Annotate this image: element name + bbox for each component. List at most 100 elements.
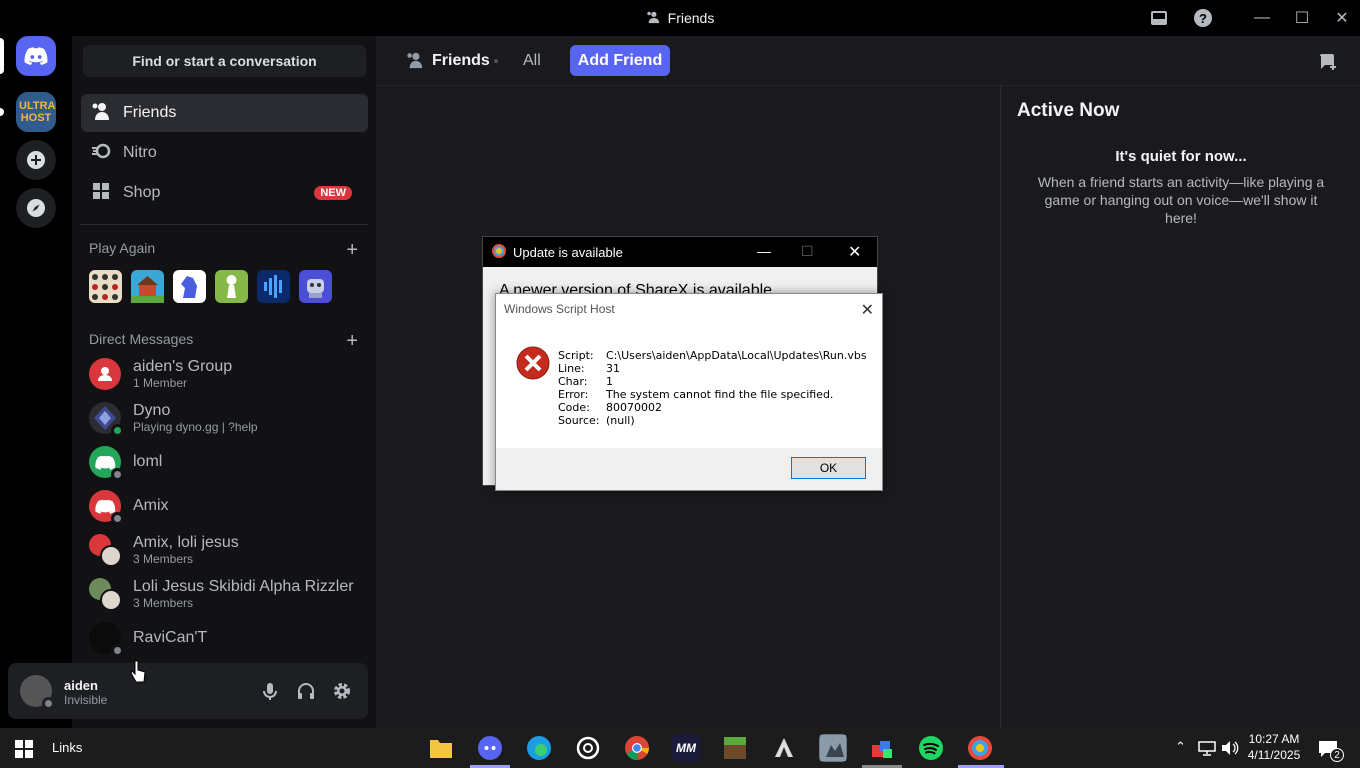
dialog-titlebar: Windows Script Host ✕ bbox=[504, 300, 874, 320]
chrome-icon[interactable] bbox=[623, 734, 651, 762]
minimize-button[interactable]: — bbox=[1242, 0, 1282, 36]
default-avatar bbox=[89, 490, 124, 525]
offline-status-icon bbox=[111, 512, 124, 525]
windows-taskbar: Links MM ⌃ 10:27 AM 4/11/2025 2 bbox=[0, 728, 1360, 768]
shop-icon bbox=[91, 181, 111, 206]
username: aiden bbox=[64, 678, 98, 693]
nav-nitro[interactable]: Nitro bbox=[81, 134, 368, 172]
default-avatar bbox=[89, 446, 124, 481]
clock[interactable]: 10:27 AM 4/11/2025 bbox=[1246, 731, 1302, 763]
selected-indicator bbox=[0, 38, 4, 74]
roblox-studio-icon[interactable] bbox=[868, 734, 896, 762]
play-again-add-icon[interactable]: + bbox=[346, 240, 358, 260]
help-icon[interactable]: ? bbox=[1191, 6, 1215, 30]
group-avatar bbox=[89, 358, 121, 390]
close-button[interactable]: ✕ bbox=[861, 300, 874, 320]
nav-shop[interactable]: Shop NEW bbox=[81, 174, 368, 212]
game-icon-soundwave[interactable] bbox=[257, 270, 290, 303]
user-avatar bbox=[89, 622, 124, 657]
dm-item[interactable]: loml bbox=[81, 441, 368, 483]
group-avatar bbox=[89, 534, 122, 567]
nav-friends[interactable]: Friends bbox=[81, 94, 368, 132]
chatgpt-icon[interactable] bbox=[574, 734, 602, 762]
dialog-titlebar: Update is available — ☐ ✕ bbox=[483, 237, 877, 267]
game-icon-chess-pawn[interactable] bbox=[215, 270, 248, 303]
notification-count-badge: 2 bbox=[1330, 748, 1344, 762]
maximize-button[interactable]: ☐ bbox=[801, 243, 814, 260]
dm-item[interactable]: RaviCan'T bbox=[81, 617, 368, 659]
quiet-description: When a friend starts an activity—like pl… bbox=[1037, 174, 1325, 226]
inbox-icon[interactable] bbox=[1147, 6, 1171, 30]
group-avatar bbox=[89, 578, 122, 611]
chevron-up-icon[interactable]: ⌃ bbox=[1175, 739, 1186, 755]
nitro-icon bbox=[91, 141, 111, 166]
divider bbox=[80, 224, 368, 225]
volume-icon[interactable] bbox=[1221, 740, 1239, 761]
error-icon bbox=[516, 346, 550, 385]
offline-status-icon bbox=[111, 644, 124, 657]
game-icon-knight[interactable] bbox=[173, 270, 206, 303]
mm-app-icon[interactable]: MM bbox=[672, 734, 700, 762]
ultra-host-server[interactable]: ULTRA HOST bbox=[16, 92, 56, 132]
dm-item[interactable]: aiden's Group 1 Member bbox=[81, 353, 368, 395]
maximize-button[interactable]: ☐ bbox=[1282, 0, 1322, 36]
ultra-host-logo: ULTRA HOST bbox=[19, 100, 56, 124]
search-input[interactable]: Find or start a conversation bbox=[83, 45, 366, 77]
network-icon[interactable] bbox=[1198, 740, 1216, 761]
close-button[interactable]: ✕ bbox=[1322, 0, 1360, 36]
discover-button[interactable] bbox=[16, 188, 56, 228]
dyno-avatar bbox=[89, 402, 124, 437]
user-status-text: Invisible bbox=[64, 693, 108, 707]
spotify-icon[interactable] bbox=[917, 734, 945, 762]
online-status-icon bbox=[111, 424, 124, 437]
ok-button[interactable]: OK bbox=[791, 457, 866, 479]
dm-item[interactable]: Amix bbox=[81, 485, 368, 527]
tab-all[interactable]: All bbox=[523, 52, 541, 70]
edge-icon[interactable] bbox=[525, 734, 553, 762]
quiet-heading: It's quiet for now... bbox=[1115, 148, 1247, 165]
active-now-panel: Active Now It's quiet for now... When a … bbox=[1000, 86, 1360, 728]
create-dm-icon[interactable]: + bbox=[346, 331, 358, 351]
offline-status-icon bbox=[111, 468, 124, 481]
separator-dot bbox=[494, 59, 498, 63]
friends-icon bbox=[646, 10, 660, 27]
minecraft-icon[interactable] bbox=[721, 734, 749, 762]
close-button[interactable]: ✕ bbox=[848, 242, 861, 262]
friends-header: Friends All Add Friend bbox=[376, 36, 1360, 86]
discord-home-button[interactable] bbox=[16, 36, 56, 76]
sharex-taskbar-icon[interactable] bbox=[966, 734, 994, 762]
file-explorer-icon[interactable] bbox=[427, 734, 455, 762]
minimize-button[interactable]: — bbox=[757, 243, 771, 259]
dm-item[interactable]: Loli Jesus Skibidi Alpha Rizzler 3 Member… bbox=[81, 573, 368, 615]
headphones-icon[interactable] bbox=[296, 681, 316, 706]
game-icon-farm[interactable] bbox=[131, 270, 164, 303]
game-icon-chess-pieces[interactable] bbox=[89, 270, 122, 303]
mouse-cursor-icon bbox=[130, 660, 146, 689]
discord-taskbar-icon[interactable] bbox=[476, 734, 504, 762]
new-badge: NEW bbox=[314, 186, 352, 200]
add-server-button[interactable] bbox=[16, 140, 56, 180]
script-host-error-dialog: Windows Script Host ✕ Script: C:\Users\ai… bbox=[495, 293, 883, 491]
microphone-icon[interactable] bbox=[260, 681, 280, 706]
invisible-status-icon bbox=[42, 697, 55, 710]
friends-icon bbox=[91, 101, 111, 126]
links-toolbar[interactable]: Links bbox=[52, 740, 82, 755]
dm-item[interactable]: Dyno Playing dyno.gg | ?help bbox=[81, 397, 368, 439]
error-details: Script: C:\Users\aiden\AppData\Local\Upda… bbox=[558, 349, 867, 427]
add-friend-button[interactable]: Add Friend bbox=[570, 45, 670, 76]
play-again-heading: Play Again bbox=[89, 240, 156, 256]
game-icon-robot[interactable] bbox=[299, 270, 332, 303]
svg-text:?: ? bbox=[1199, 11, 1207, 26]
user-avatar[interactable] bbox=[20, 675, 55, 710]
notification-center-icon[interactable]: 2 bbox=[1318, 739, 1344, 764]
window-titlebar: Friends ? — ☐ ✕ bbox=[0, 0, 1360, 36]
dm-heading: Direct Messages bbox=[89, 331, 194, 347]
windows-start-icon[interactable] bbox=[15, 740, 33, 763]
sharex-icon bbox=[491, 243, 507, 262]
dm-item[interactable]: Amix, loli jesus 3 Members bbox=[81, 529, 368, 571]
active-now-title: Active Now bbox=[1017, 100, 1120, 121]
game-launcher-icon[interactable] bbox=[770, 734, 798, 762]
new-group-dm-icon[interactable] bbox=[1318, 52, 1338, 77]
settings-gear-icon[interactable] bbox=[332, 681, 352, 706]
game-shortcut-icon[interactable] bbox=[819, 734, 847, 762]
